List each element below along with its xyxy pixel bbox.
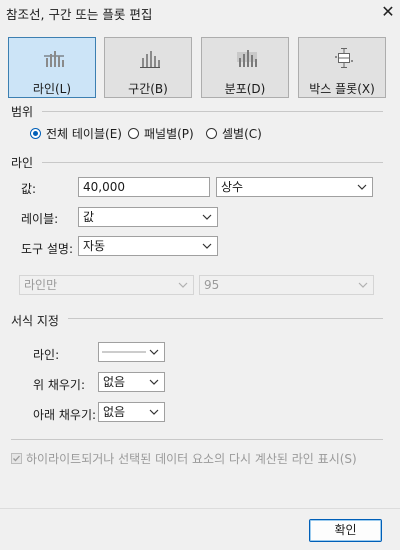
recalc-label: 하이라이트되거나 선택된 데이터 요소의 다시 계산된 라인 표시(S)	[26, 452, 357, 466]
check-icon	[13, 455, 20, 462]
band-chart-icon	[140, 51, 160, 68]
type-distribution-label: 분포(D)	[224, 82, 266, 96]
value-type-select[interactable]: 상수	[216, 177, 373, 197]
type-line-label: 라인(L)	[32, 82, 72, 96]
line-chart-icon	[44, 51, 64, 67]
checkbox-box	[11, 453, 22, 464]
confidence-text: 95	[204, 278, 220, 292]
format-bottom-divider	[11, 439, 383, 440]
chevron-down-icon	[178, 280, 188, 290]
chevron-down-icon	[357, 182, 367, 192]
label-label: 레이블:	[21, 212, 59, 226]
line-style-select[interactable]	[98, 342, 165, 362]
fill-below-label: 아래 채우기:	[33, 408, 97, 422]
value-input[interactable]: 40,000	[78, 177, 210, 197]
type-band-label: 구간(B)	[128, 82, 168, 96]
chevron-down-icon	[149, 407, 159, 417]
close-button[interactable]: ✕	[378, 1, 398, 23]
type-distribution-button[interactable]: 분포(D)	[201, 37, 289, 98]
fill-below-text: 없음	[103, 405, 126, 419]
chevron-down-icon	[202, 212, 212, 222]
fill-above-text: 없음	[103, 375, 126, 389]
scope-per-cell-radio[interactable]: 셀별(C)	[206, 125, 262, 141]
fill-above-label: 위 채우기:	[33, 378, 86, 392]
line-heading: 라인	[11, 156, 34, 170]
tooltip-select[interactable]: 자동	[78, 236, 218, 256]
dialog-title: 참조선, 구간 또는 플롯 편집	[6, 7, 153, 22]
confidence-select[interactable]: 95	[199, 275, 374, 295]
type-line-button[interactable]: 라인(L)	[8, 37, 96, 98]
line-style-label: 라인:	[33, 348, 60, 362]
format-heading: 서식 지정	[11, 314, 59, 328]
fill-below-select[interactable]: 없음	[98, 402, 165, 422]
line-only-text: 라인만	[24, 278, 58, 292]
recalc-checkbox[interactable]: 하이라이트되거나 선택된 데이터 요소의 다시 계산된 라인 표시(S)	[11, 450, 357, 467]
label-select-text: 값	[83, 210, 95, 224]
scope-per-pane-radio[interactable]: 패널별(P)	[128, 125, 194, 141]
line-sample-icon	[102, 351, 146, 353]
value-type-text: 상수	[221, 180, 244, 194]
scope-heading: 범위	[11, 105, 34, 119]
distribution-chart-icon	[237, 50, 257, 67]
footer-divider	[0, 508, 400, 509]
type-boxplot-button[interactable]: 박스 플롯(X)	[298, 37, 386, 98]
tooltip-label: 도구 설명:	[21, 242, 74, 256]
chevron-down-icon	[358, 280, 368, 290]
scope-divider	[42, 111, 383, 112]
line-only-select[interactable]: 라인만	[19, 275, 194, 295]
line-divider	[42, 162, 383, 163]
chevron-down-icon	[149, 377, 159, 387]
radio-selected-indicator	[30, 127, 41, 139]
scope-entire-table-radio[interactable]: 전체 테이블(E)	[30, 125, 122, 141]
ok-button[interactable]: 확인	[309, 519, 382, 542]
format-divider	[68, 318, 383, 319]
radio-indicator	[128, 127, 139, 139]
chevron-down-icon	[202, 241, 212, 251]
tooltip-select-text: 자동	[83, 239, 106, 253]
type-band-button[interactable]: 구간(B)	[104, 37, 192, 98]
radio-indicator	[206, 127, 217, 139]
value-label: 값:	[21, 182, 37, 196]
type-boxplot-label: 박스 플롯(X)	[309, 82, 375, 96]
box-plot-icon	[335, 48, 353, 68]
label-select[interactable]: 값	[78, 207, 218, 227]
scope-entire-table-label: 전체 테이블(E)	[46, 126, 122, 141]
chevron-down-icon	[149, 347, 159, 357]
scope-per-pane-label: 패널별(P)	[144, 126, 194, 141]
fill-above-select[interactable]: 없음	[98, 372, 165, 392]
scope-per-cell-label: 셀별(C)	[222, 126, 262, 141]
